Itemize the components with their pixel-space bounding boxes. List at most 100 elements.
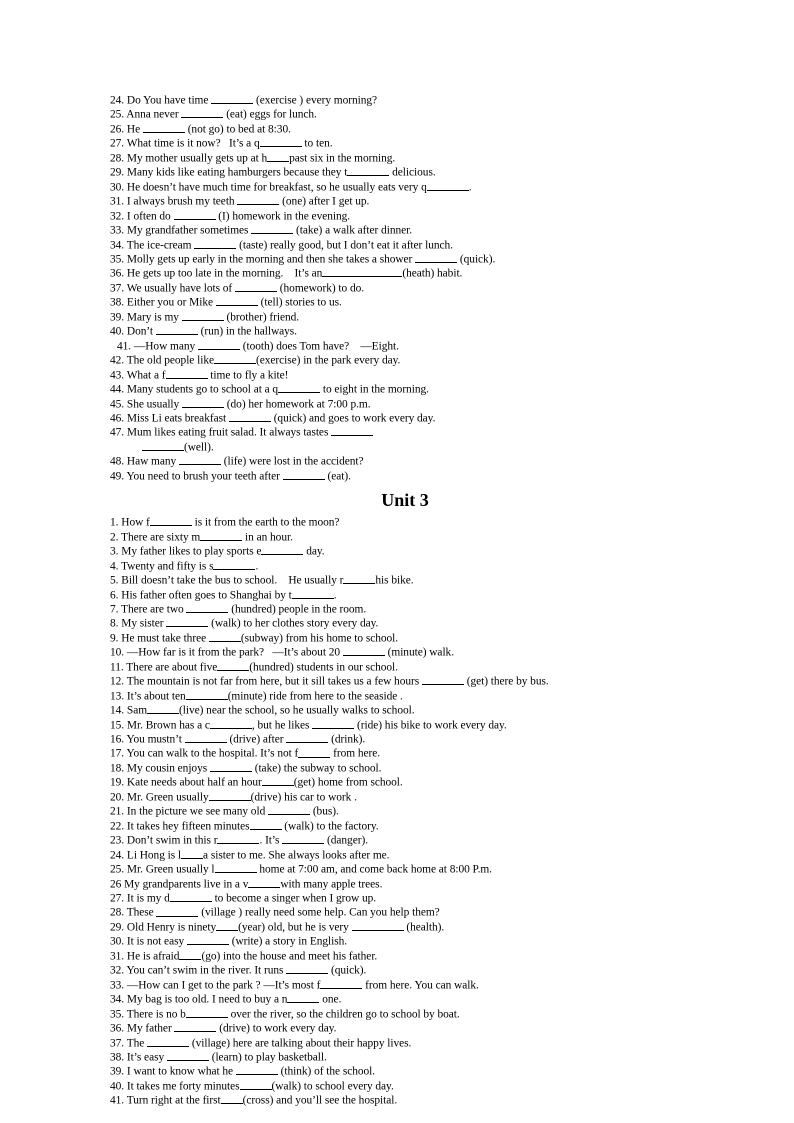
answer-blank[interactable] bbox=[197, 339, 240, 350]
question-number: 39. bbox=[110, 311, 125, 324]
question-text-before: My bag is too old. I need to buy a n bbox=[126, 993, 288, 1006]
answer-blank[interactable] bbox=[217, 833, 260, 845]
answer-blank[interactable] bbox=[282, 833, 325, 845]
answer-blank[interactable] bbox=[249, 819, 282, 830]
answer-blank[interactable] bbox=[185, 1007, 228, 1018]
answer-blank[interactable] bbox=[182, 397, 224, 408]
answer-blank[interactable] bbox=[149, 515, 192, 527]
answer-blank[interactable] bbox=[282, 469, 325, 480]
answer-blank[interactable] bbox=[291, 588, 334, 599]
answer-blank[interactable] bbox=[142, 440, 184, 451]
answer-blank[interactable] bbox=[213, 559, 256, 570]
answer-blank[interactable] bbox=[179, 949, 202, 960]
answer-blank[interactable] bbox=[211, 93, 254, 105]
question-number: 26 bbox=[110, 877, 122, 890]
answer-blank[interactable] bbox=[147, 703, 180, 715]
answer-blank[interactable] bbox=[174, 1021, 217, 1033]
answer-blank[interactable] bbox=[331, 425, 374, 437]
answer-blank[interactable] bbox=[268, 804, 311, 816]
answer-blank[interactable] bbox=[426, 180, 469, 191]
answer-blank[interactable] bbox=[261, 775, 294, 787]
question-number: 38. bbox=[110, 296, 125, 309]
question-number: 38. bbox=[110, 1051, 125, 1064]
answer-blank[interactable] bbox=[216, 920, 239, 931]
question-line: 35. Molly gets up early in the morning a… bbox=[110, 252, 710, 266]
answer-blank[interactable] bbox=[251, 223, 294, 235]
answer-blank[interactable] bbox=[220, 1093, 243, 1105]
answer-blank[interactable] bbox=[351, 920, 404, 931]
answer-blank[interactable] bbox=[194, 238, 237, 249]
answer-blank[interactable] bbox=[209, 718, 252, 729]
question-text-before: He must take three bbox=[121, 632, 209, 645]
answer-blank[interactable] bbox=[156, 905, 199, 917]
question-text-after: (walk) to school every day. bbox=[271, 1080, 394, 1093]
answer-blank[interactable] bbox=[320, 978, 363, 989]
answer-blank[interactable] bbox=[181, 107, 224, 119]
answer-blank[interactable] bbox=[147, 1036, 190, 1047]
answer-blank[interactable] bbox=[239, 1079, 272, 1090]
answer-blank[interactable] bbox=[286, 963, 329, 975]
answer-blank[interactable] bbox=[181, 310, 224, 321]
answer-blank[interactable] bbox=[184, 732, 227, 744]
answer-blank[interactable] bbox=[322, 266, 403, 278]
answer-blank[interactable] bbox=[237, 194, 280, 206]
question-line: 39. Mary is my (brother) friend. bbox=[110, 310, 710, 324]
answer-blank[interactable] bbox=[142, 122, 185, 133]
answer-blank[interactable] bbox=[185, 689, 228, 700]
question-number: 27. bbox=[110, 137, 125, 150]
question-text-after: (walk) to her clothes story every day. bbox=[208, 617, 379, 630]
question-line: 32. You can’t swim in the river. It runs… bbox=[110, 963, 710, 977]
answer-blank[interactable] bbox=[173, 209, 216, 220]
answer-blank[interactable] bbox=[342, 645, 385, 657]
answer-blank[interactable] bbox=[169, 891, 212, 903]
answer-blank[interactable] bbox=[347, 165, 390, 177]
answer-blank[interactable] bbox=[287, 992, 320, 1004]
answer-blank[interactable] bbox=[278, 382, 321, 394]
question-line: 2. There are sixty m in an hour. bbox=[110, 530, 710, 544]
answer-blank[interactable] bbox=[166, 616, 209, 628]
answer-blank[interactable] bbox=[181, 848, 204, 859]
question-number: 36. bbox=[110, 1022, 125, 1035]
question-text-before: She usually bbox=[126, 397, 182, 410]
answer-blank[interactable] bbox=[214, 862, 257, 874]
answer-blank[interactable] bbox=[217, 660, 250, 671]
question-line: 8. My sister (walk) to her clothes story… bbox=[110, 616, 710, 630]
question-line: 15. Mr. Brown has a c , but he likes (rid… bbox=[110, 718, 710, 732]
answer-blank[interactable] bbox=[312, 718, 355, 729]
answer-blank[interactable] bbox=[261, 544, 304, 556]
answer-blank[interactable] bbox=[165, 368, 208, 379]
answer-blank[interactable] bbox=[209, 761, 252, 772]
answer-blank[interactable] bbox=[200, 530, 243, 541]
answer-blank[interactable] bbox=[298, 746, 331, 758]
question-line: 5. Bill doesn’t take the bus to school. … bbox=[110, 573, 710, 587]
answer-blank[interactable] bbox=[215, 295, 258, 307]
answer-blank[interactable] bbox=[286, 732, 329, 744]
question-line: 38. Either you or Mike (tell) stories to… bbox=[110, 295, 710, 309]
answer-blank[interactable] bbox=[166, 1050, 209, 1062]
question-text-before: He is afraid bbox=[126, 950, 180, 963]
answer-blank[interactable] bbox=[214, 353, 256, 365]
answer-blank[interactable] bbox=[186, 602, 229, 613]
question-line: 27. What time is it now? It’s a q to ten… bbox=[110, 136, 710, 150]
answer-blank[interactable] bbox=[415, 252, 458, 264]
answer-blank[interactable] bbox=[178, 454, 221, 466]
answer-blank[interactable] bbox=[343, 573, 376, 585]
question-text-before: Sam bbox=[126, 704, 148, 717]
answer-blank[interactable] bbox=[228, 411, 271, 422]
answer-blank[interactable] bbox=[267, 151, 290, 162]
question-text-after: (drink). bbox=[328, 733, 366, 746]
answer-blank[interactable] bbox=[208, 631, 241, 642]
answer-blank[interactable] bbox=[235, 1064, 278, 1076]
answer-blank[interactable] bbox=[421, 674, 464, 686]
answer-blank[interactable] bbox=[155, 324, 198, 336]
answer-blank[interactable] bbox=[208, 790, 251, 801]
question-text-before: It is my d bbox=[126, 892, 170, 905]
question-number: 33. bbox=[110, 979, 125, 992]
question-text-before: Bill doesn’t take the bus to school. He … bbox=[121, 574, 344, 587]
answer-blank[interactable] bbox=[186, 934, 229, 946]
question-text-after: past six in the morning. bbox=[289, 152, 396, 165]
answer-blank[interactable] bbox=[234, 281, 277, 292]
answer-blank[interactable] bbox=[259, 136, 302, 148]
question-text-after: (year) old, but he is very bbox=[238, 921, 352, 934]
answer-blank[interactable] bbox=[248, 877, 281, 888]
